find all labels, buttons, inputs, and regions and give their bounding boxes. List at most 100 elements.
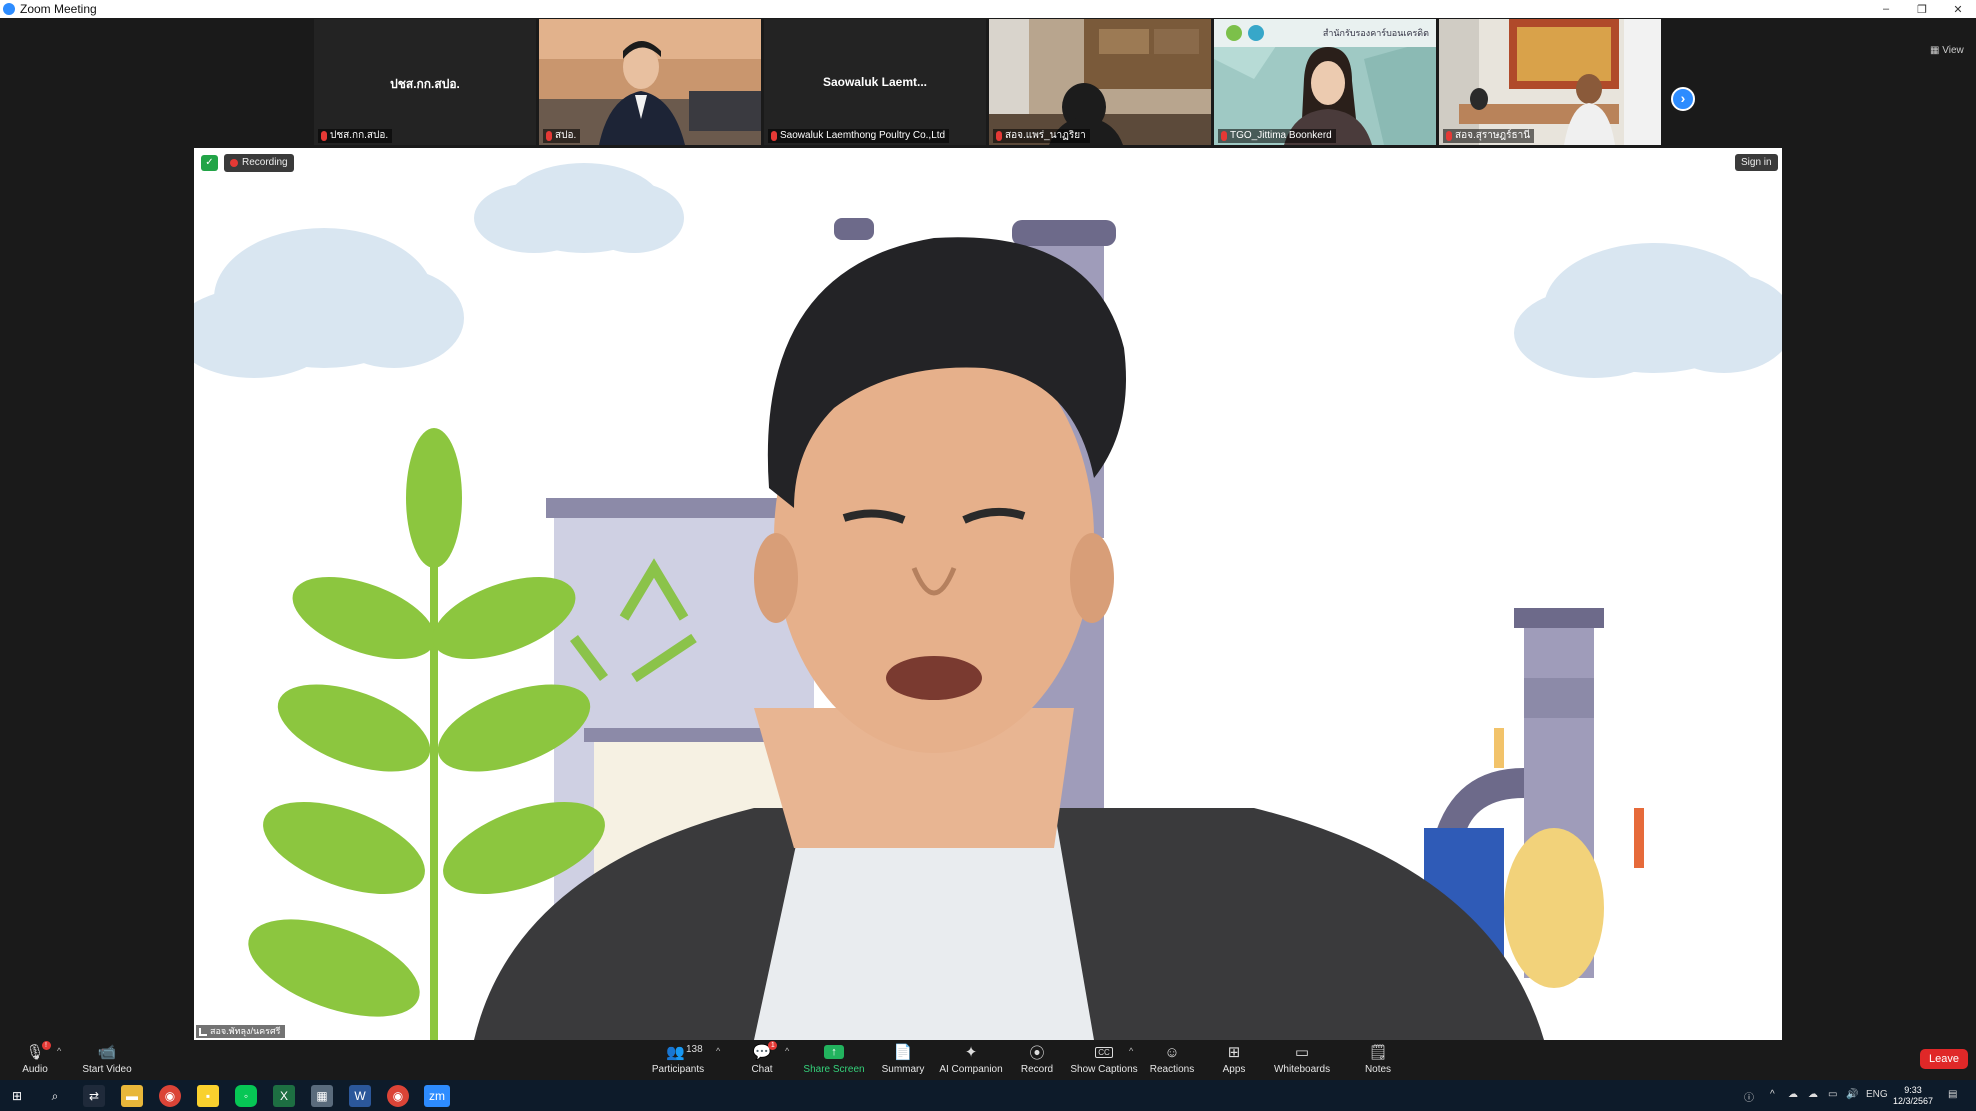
participant-display-name: Saowaluk Laemt... bbox=[822, 75, 928, 89]
cloud-icon[interactable]: ☁ bbox=[1808, 1089, 1818, 1100]
participant-tile[interactable]: สปอ. bbox=[539, 19, 761, 145]
start-video-button[interactable]: 📹 Start Video bbox=[82, 1042, 132, 1078]
microphone-icon: 🎙! bbox=[25, 1041, 51, 1062]
notes-icon: 🗒 bbox=[1368, 1044, 1388, 1061]
muted-mic-icon bbox=[996, 131, 1002, 141]
participant-name-tag: TGO_Jittima Boonkerd bbox=[1218, 129, 1336, 143]
recording-dot-icon bbox=[230, 159, 238, 167]
banner-text: สำนักรับรองคาร์บอนเครดิต bbox=[1323, 27, 1429, 39]
participant-video: สำนักรับรองคาร์บอนเครดิต bbox=[1214, 19, 1436, 145]
sticky-notes-icon[interactable]: ▪ bbox=[197, 1085, 219, 1107]
muted-mic-icon bbox=[1221, 131, 1227, 141]
video-off-icon: 📹 bbox=[97, 1044, 117, 1061]
recording-indicator[interactable]: Recording bbox=[224, 154, 294, 172]
audio-options-caret-icon[interactable]: ^ bbox=[57, 1046, 61, 1056]
chat-options-caret-icon[interactable]: ^ bbox=[785, 1046, 789, 1056]
muted-mic-icon bbox=[321, 131, 327, 141]
participant-strip: ปชส.กก.สปอ. ปชส.กก.สปอ. สปอ. Saowaluk La… bbox=[0, 18, 1976, 146]
participant-video bbox=[989, 19, 1211, 145]
muted-mic-icon bbox=[771, 131, 777, 141]
participant-name-tag: สอจ.แพร่_นาฏริยา bbox=[993, 129, 1090, 143]
show-hidden-icons-icon[interactable]: ^ bbox=[1770, 1089, 1775, 1100]
participant-display-name: ปชส.กก.สปอ. bbox=[390, 77, 460, 91]
word-icon[interactable]: W bbox=[349, 1085, 371, 1107]
search-icon[interactable]: ⌕ bbox=[44, 1085, 66, 1107]
zoom-taskbar-icon[interactable]: zm bbox=[424, 1085, 450, 1107]
participant-name-tag: ปชส.กก.สปอ. bbox=[318, 129, 393, 143]
captions-icon: CC bbox=[1095, 1042, 1113, 1062]
participant-tile[interactable]: สอจ.แพร่_นาฏริยา bbox=[989, 19, 1211, 145]
record-icon: ⦿ bbox=[1029, 1044, 1045, 1062]
share-screen-icon: ↑ bbox=[824, 1042, 844, 1062]
line-app-icon[interactable]: ◦ bbox=[235, 1085, 257, 1107]
grid-icon: ▦ bbox=[1930, 45, 1943, 56]
audio-alert-badge: ! bbox=[41, 1041, 51, 1050]
windows-start-icon[interactable]: ⊞ bbox=[6, 1085, 28, 1107]
next-page-button[interactable]: › bbox=[1671, 87, 1695, 111]
chrome-profile-icon[interactable]: ◉ bbox=[387, 1085, 409, 1107]
taskbar-clock[interactable]: 9:33 12/3/2567 bbox=[1885, 1085, 1941, 1107]
participants-button[interactable]: 👥 138 Participants bbox=[652, 1042, 704, 1078]
chat-unread-badge: 1 bbox=[768, 1041, 778, 1050]
summary-icon: 📄 bbox=[893, 1044, 913, 1061]
share-screen-button[interactable]: ↑ Share Screen bbox=[803, 1042, 865, 1078]
participants-icon: 👥 138 bbox=[666, 1044, 703, 1061]
participant-video bbox=[539, 19, 761, 145]
zoom-app-icon bbox=[3, 3, 15, 15]
windows-taskbar: ⊞ ⌕ ⇄ ▬ ◉ ▪ ◦ X ▦ W ◉ zm ⓘ ^ ☁ ☁ ▭ 🔊 ENG… bbox=[0, 1080, 1976, 1111]
sign-in-button[interactable]: Sign in bbox=[1735, 154, 1778, 171]
notes-button[interactable]: 🗒 Notes bbox=[1364, 1042, 1392, 1078]
window-title: Zoom Meeting bbox=[20, 2, 97, 16]
speaker-name-tag: สอจ.พัทลุง/นครศรี bbox=[196, 1025, 285, 1038]
teamviewer-icon[interactable]: ⇄ bbox=[83, 1085, 105, 1107]
ai-companion-button[interactable]: ✦ AI Companion bbox=[939, 1042, 1002, 1078]
muted-mic-icon bbox=[1446, 131, 1452, 141]
whiteboard-icon: ▭ bbox=[1294, 1044, 1310, 1061]
window-controls: – ❐ ✕ bbox=[1868, 0, 1976, 18]
notifications-icon[interactable]: ▤ bbox=[1948, 1089, 1957, 1100]
help-icon[interactable]: ⓘ bbox=[1744, 1089, 1754, 1104]
view-button[interactable]: ▦ View bbox=[1930, 45, 1964, 56]
restore-button[interactable]: ❐ bbox=[1904, 0, 1940, 18]
record-button[interactable]: ⦿ Record bbox=[1021, 1042, 1053, 1078]
participant-tile[interactable]: Saowaluk Laemt... Saowaluk Laemthong Pou… bbox=[764, 19, 986, 145]
chat-icon: 💬 1 bbox=[753, 1041, 778, 1062]
active-speaker-video bbox=[194, 148, 1782, 1040]
display-icon[interactable]: ▭ bbox=[1828, 1089, 1837, 1100]
network-icon[interactable]: ☁ bbox=[1788, 1089, 1798, 1100]
meeting-controls-bar: 🎙! Audio ^ 📹 Start Video 👥 138 Participan… bbox=[0, 1040, 1976, 1080]
window-titlebar: Zoom Meeting – ❐ ✕ bbox=[0, 0, 1976, 18]
reactions-button[interactable]: ☺ Reactions bbox=[1150, 1042, 1194, 1078]
participant-tile[interactable]: ปชส.กก.สปอ. ปชส.กก.สปอ. bbox=[314, 19, 536, 145]
signal-strength-icon bbox=[199, 1028, 207, 1036]
chrome-icon[interactable]: ◉ bbox=[159, 1085, 181, 1107]
file-explorer-icon[interactable]: ▬ bbox=[121, 1085, 143, 1107]
participant-video bbox=[1439, 19, 1661, 145]
participant-name-tag: สอจ.สุราษฎร์ธานี bbox=[1443, 129, 1535, 143]
encryption-shield-icon[interactable]: ✓ bbox=[201, 155, 218, 171]
muted-mic-icon bbox=[546, 131, 552, 141]
close-button[interactable]: ✕ bbox=[1940, 0, 1976, 18]
clock-date: 12/3/2567 bbox=[1892, 1096, 1934, 1106]
summary-button[interactable]: 📄 Summary bbox=[881, 1042, 925, 1078]
apps-button[interactable]: ⊞ Apps bbox=[1222, 1042, 1246, 1078]
reactions-icon: ☺ bbox=[1164, 1043, 1180, 1061]
leave-button[interactable]: Leave bbox=[1920, 1049, 1968, 1069]
calculator-icon[interactable]: ▦ bbox=[311, 1085, 333, 1107]
participants-options-caret-icon[interactable]: ^ bbox=[716, 1046, 720, 1056]
whiteboards-button[interactable]: ▭ Whiteboards bbox=[1274, 1042, 1330, 1078]
participant-tile[interactable]: สำนักรับรองคาร์บอนเครดิต TGO_Jittima Boo… bbox=[1214, 19, 1436, 145]
participants-count: 138 bbox=[686, 1044, 703, 1055]
audio-button[interactable]: 🎙! Audio bbox=[20, 1041, 51, 1078]
clock-time: 9:33 bbox=[1904, 1085, 1922, 1095]
excel-icon[interactable]: X bbox=[273, 1085, 295, 1107]
volume-icon[interactable]: 🔊 bbox=[1846, 1089, 1858, 1100]
apps-icon: ⊞ bbox=[1227, 1044, 1241, 1061]
participant-name-tag: สปอ. bbox=[543, 129, 581, 143]
captions-options-caret-icon[interactable]: ^ bbox=[1129, 1046, 1133, 1056]
participant-tile[interactable]: สอจ.สุราษฎร์ธานี bbox=[1439, 19, 1661, 145]
minimize-button[interactable]: – bbox=[1868, 0, 1904, 18]
show-captions-button[interactable]: CC Show Captions bbox=[1070, 1042, 1138, 1078]
virtual-background bbox=[194, 148, 1782, 1040]
chat-button[interactable]: 💬 1 Chat bbox=[748, 1041, 778, 1078]
